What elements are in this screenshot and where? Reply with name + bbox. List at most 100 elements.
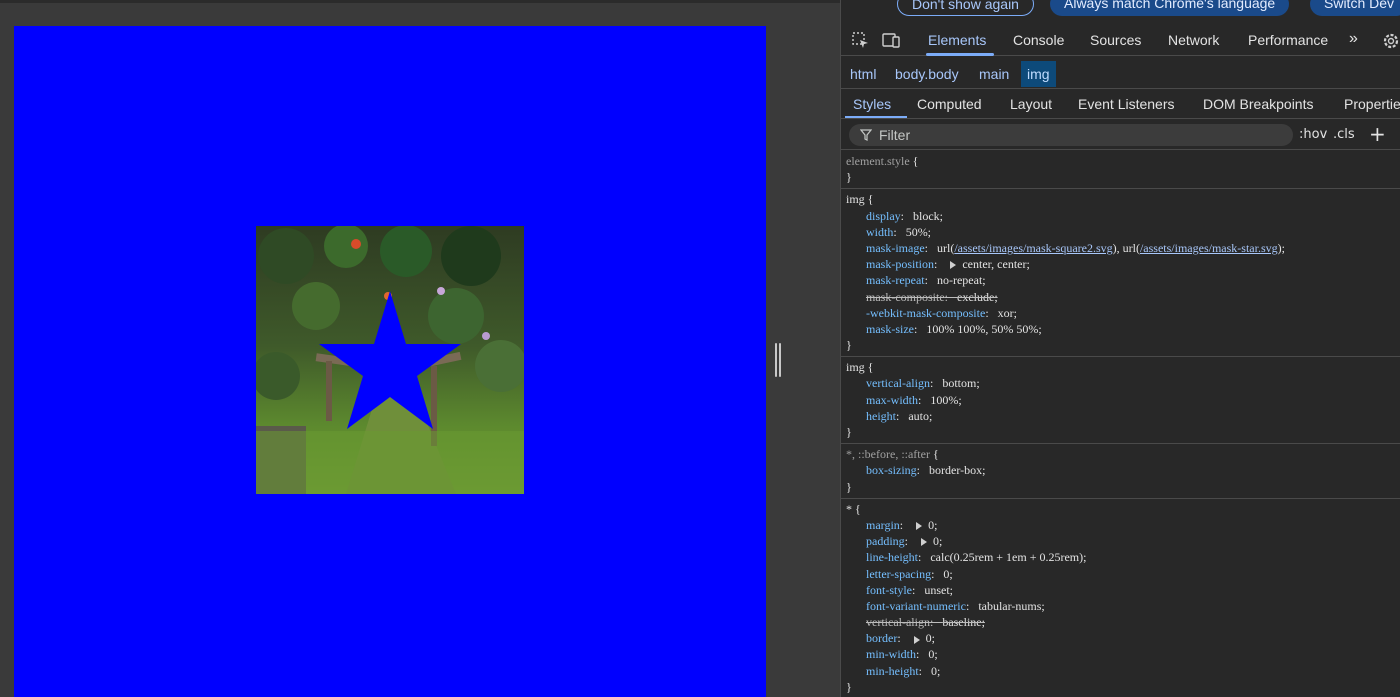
tab-sources[interactable]: Sources: [1090, 32, 1141, 48]
breadcrumb-html[interactable]: html: [845, 61, 881, 87]
style-declaration[interactable]: mask-image: url(/assets/images/mask-squa…: [846, 240, 1400, 256]
property-value[interactable]: 0;: [931, 664, 940, 678]
style-declaration[interactable]: mask-repeat: no-repeat;: [846, 272, 1400, 288]
masked-garden-image[interactable]: [256, 226, 524, 494]
more-tabs-button[interactable]: »: [1349, 30, 1358, 48]
style-declaration[interactable]: margin: 0;: [846, 517, 1400, 533]
style-declaration[interactable]: height: auto;: [846, 408, 1400, 424]
breadcrumb-main[interactable]: main: [974, 61, 1014, 87]
subtab-properties[interactable]: Properties: [1344, 96, 1400, 112]
rule-selector[interactable]: img: [846, 192, 865, 206]
expand-triangle-icon[interactable]: [921, 538, 928, 547]
rule-selector[interactable]: element.style: [846, 154, 910, 168]
property-value[interactable]: 100% 100%, 50% 50%;: [926, 322, 1041, 336]
rule-selector[interactable]: *, ::before, ::after: [846, 447, 930, 461]
property-value[interactable]: baseline;: [942, 615, 985, 629]
style-declaration[interactable]: width: 50%;: [846, 224, 1400, 240]
property-name[interactable]: font-style: [866, 583, 912, 597]
property-name[interactable]: margin: [866, 518, 900, 532]
subtab-dom-breakpoints[interactable]: DOM Breakpoints: [1203, 96, 1313, 112]
property-value[interactable]: auto;: [908, 409, 932, 423]
property-name[interactable]: display: [866, 209, 901, 223]
style-declaration[interactable]: -webkit-mask-composite: xor;: [846, 305, 1400, 321]
property-value[interactable]: no-repeat;: [937, 273, 986, 287]
style-declaration[interactable]: border: 0;: [846, 630, 1400, 646]
style-declaration[interactable]: font-variant-numeric: tabular-nums;: [846, 598, 1400, 614]
style-rule[interactable]: *, ::before, ::after {box-sizing: border…: [841, 444, 1400, 499]
breadcrumb-img[interactable]: img: [1021, 61, 1056, 87]
expand-triangle-icon[interactable]: [916, 522, 923, 531]
subtab-computed[interactable]: Computed: [917, 96, 982, 112]
property-value[interactable]: tabular-nums;: [978, 599, 1044, 613]
style-declaration[interactable]: mask-composite: exclude;: [846, 289, 1400, 305]
style-declaration[interactable]: padding: 0;: [846, 533, 1400, 549]
property-value[interactable]: calc(0.25rem + 1em + 0.25rem);: [930, 550, 1086, 564]
property-name[interactable]: width: [866, 225, 893, 239]
expand-triangle-icon[interactable]: [913, 635, 920, 644]
expand-triangle-icon[interactable]: [950, 261, 957, 270]
property-value[interactable]: exclude;: [957, 290, 998, 304]
style-declaration[interactable]: box-sizing: border-box;: [846, 462, 1400, 478]
tab-network[interactable]: Network: [1168, 32, 1219, 48]
url-link[interactable]: /assets/images/mask-square2.svg: [954, 241, 1112, 255]
property-value[interactable]: 50%;: [906, 225, 931, 239]
property-name[interactable]: box-sizing: [866, 463, 917, 477]
property-value[interactable]: block;: [913, 209, 943, 223]
class-toggle[interactable]: .cls: [1333, 127, 1355, 142]
url-link[interactable]: /assets/images/mask-star.svg: [1140, 241, 1278, 255]
rule-selector[interactable]: img: [846, 360, 865, 374]
property-value[interactable]: 0;: [926, 631, 935, 645]
property-value[interactable]: url(/assets/images/mask-square2.svg), ur…: [937, 241, 1285, 255]
property-value[interactable]: center, center;: [962, 257, 1029, 271]
property-value[interactable]: 0;: [943, 567, 952, 581]
new-style-rule-button[interactable]: +: [1369, 122, 1386, 146]
property-name[interactable]: mask-image: [866, 241, 925, 255]
property-name[interactable]: mask-size: [866, 322, 914, 336]
property-name[interactable]: border: [866, 631, 897, 645]
property-value[interactable]: border-box;: [929, 463, 985, 477]
property-name[interactable]: letter-spacing: [866, 567, 931, 581]
style-declaration[interactable]: mask-position: center, center;: [846, 256, 1400, 272]
property-value[interactable]: 0;: [928, 647, 937, 661]
rendered-page[interactable]: [14, 26, 766, 697]
style-declaration[interactable]: vertical-align: baseline;: [846, 614, 1400, 630]
property-name[interactable]: vertical-align: [866, 615, 930, 629]
dont-show-again-button[interactable]: Don't show again: [897, 0, 1034, 16]
switch-devtools-language-button[interactable]: Switch Dev: [1310, 0, 1400, 16]
style-declaration[interactable]: mask-size: 100% 100%, 50% 50%;: [846, 321, 1400, 337]
device-toolbar-icon[interactable]: [881, 31, 901, 51]
style-declaration[interactable]: letter-spacing: 0;: [846, 566, 1400, 582]
property-value[interactable]: bottom;: [942, 376, 979, 390]
style-declaration[interactable]: font-style: unset;: [846, 582, 1400, 598]
style-declaration[interactable]: display: block;: [846, 208, 1400, 224]
inspect-element-icon[interactable]: [851, 31, 871, 51]
style-rule[interactable]: element.style {}: [841, 151, 1400, 190]
style-declaration[interactable]: vertical-align: bottom;: [846, 375, 1400, 391]
hover-state-toggle[interactable]: :hov: [1299, 127, 1327, 142]
style-declaration[interactable]: max-width: 100%;: [846, 392, 1400, 408]
style-declaration[interactable]: min-width: 0;: [846, 646, 1400, 662]
resize-handle[interactable]: [775, 343, 781, 377]
tab-elements[interactable]: Elements: [928, 32, 986, 48]
settings-gear-icon[interactable]: [1381, 31, 1400, 51]
rule-selector[interactable]: *: [846, 502, 852, 516]
match-language-button[interactable]: Always match Chrome's language: [1050, 0, 1290, 16]
property-name[interactable]: mask-position: [866, 257, 934, 271]
property-name[interactable]: min-width: [866, 647, 916, 661]
property-name[interactable]: font-variant-numeric: [866, 599, 966, 613]
property-value[interactable]: 0;: [933, 534, 942, 548]
tab-performance[interactable]: Performance: [1248, 32, 1328, 48]
style-rule[interactable]: img {display: block; width: 50%; mask-imag…: [841, 189, 1400, 358]
property-name[interactable]: mask-repeat: [866, 273, 925, 287]
subtab-layout[interactable]: Layout: [1010, 96, 1052, 112]
style-declaration[interactable]: min-height: 0;: [846, 663, 1400, 679]
style-declaration[interactable]: line-height: calc(0.25rem + 1em + 0.25re…: [846, 549, 1400, 565]
property-name[interactable]: mask-composite: [866, 290, 945, 304]
property-name[interactable]: line-height: [866, 550, 918, 564]
property-value[interactable]: xor;: [998, 306, 1017, 320]
property-name[interactable]: max-width: [866, 393, 918, 407]
property-value[interactable]: 0;: [928, 518, 937, 532]
filter-input[interactable]: Filter: [849, 124, 1293, 146]
style-rule[interactable]: * {margin: 0; padding: 0; line-height: cal…: [841, 499, 1400, 697]
subtab-event-listeners[interactable]: Event Listeners: [1078, 96, 1175, 112]
